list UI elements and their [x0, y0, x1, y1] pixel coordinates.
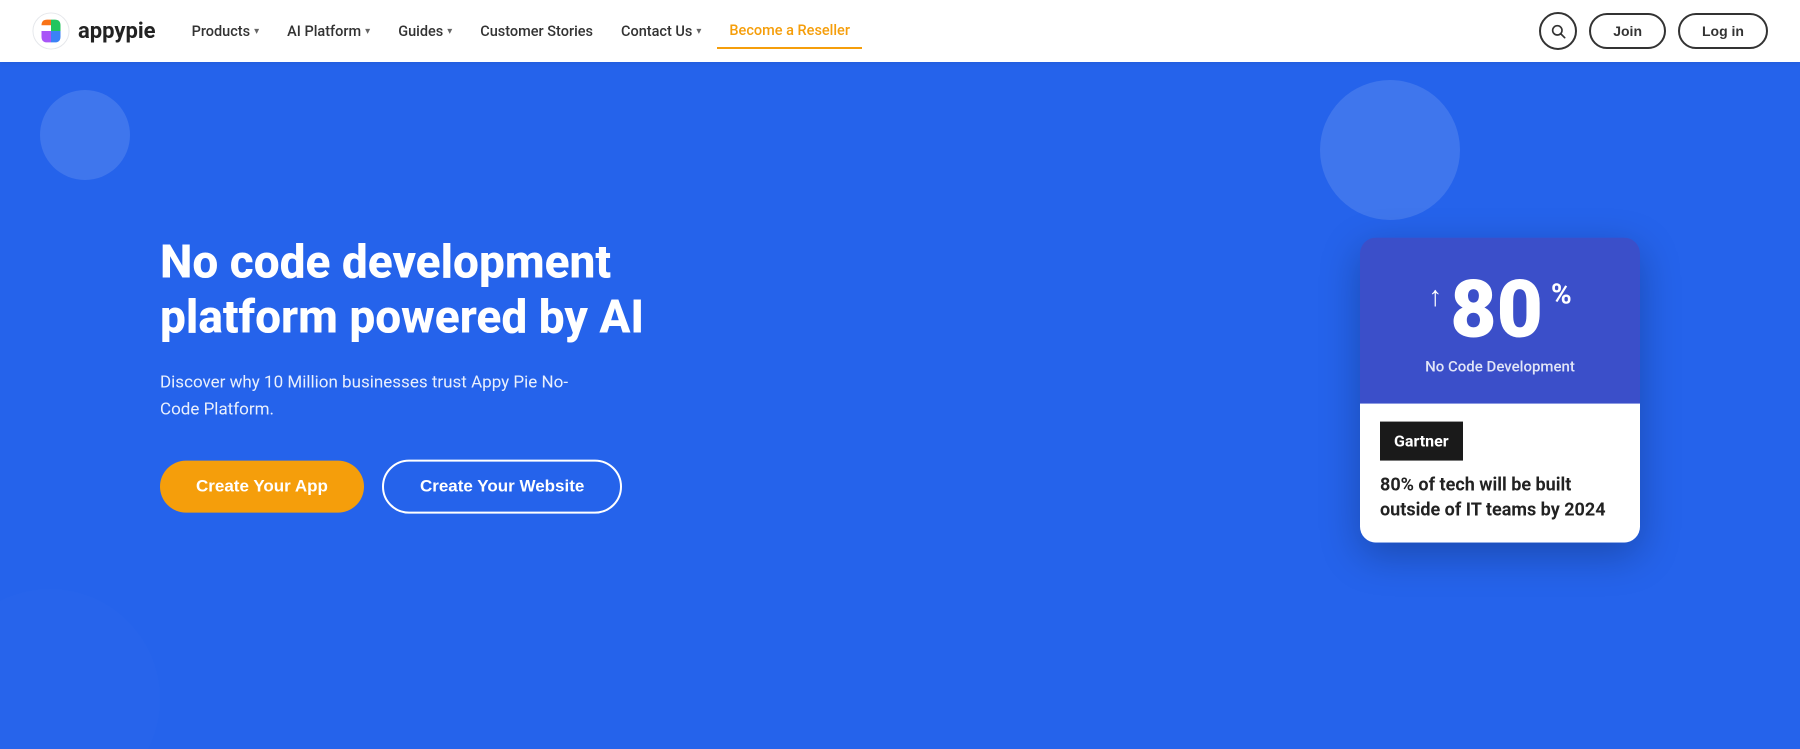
- logo-text: appypie: [78, 19, 156, 44]
- nav-item-contact-us[interactable]: Contact Us ▾: [609, 15, 713, 48]
- stat-arrow-icon: ↑: [1428, 279, 1442, 312]
- stat-card-bottom: Gartner 80% of tech will be built outsid…: [1360, 403, 1640, 542]
- nav-links: Products ▾ AI Platform ▾ Guides ▾ Custom…: [180, 14, 1540, 49]
- gartner-badge: Gartner: [1380, 421, 1463, 460]
- search-button[interactable]: [1539, 12, 1577, 50]
- stat-number-row: ↑ 80 %: [1428, 269, 1571, 349]
- nav-item-customer-stories[interactable]: Customer Stories: [468, 15, 605, 48]
- stat-card-top: ↑ 80 % No Code Development: [1360, 237, 1640, 403]
- stat-card: ↑ 80 % No Code Development Gartner 80% o…: [1360, 237, 1640, 542]
- hero-content: No code development platform powered by …: [160, 235, 740, 514]
- hero-section: No code development platform powered by …: [0, 0, 1800, 749]
- nav-right: Join Log in: [1539, 12, 1768, 50]
- hero-subtitle: Discover why 10 Million businesses trust…: [160, 370, 580, 424]
- stat-card-bottom-text: 80% of tech will be built outside of IT …: [1380, 472, 1620, 522]
- create-app-button[interactable]: Create Your App: [160, 461, 364, 513]
- contact-us-chevron-icon: ▾: [696, 26, 701, 37]
- join-button[interactable]: Join: [1589, 13, 1666, 49]
- hero-buttons: Create Your App Create Your Website: [160, 460, 740, 514]
- nav-item-become-reseller[interactable]: Become a Reseller: [717, 14, 862, 49]
- login-button[interactable]: Log in: [1678, 13, 1768, 49]
- products-chevron-icon: ▾: [254, 26, 259, 37]
- stat-percent: %: [1551, 277, 1572, 310]
- deco-circle-2: [1320, 80, 1460, 220]
- logo-icon: [32, 12, 70, 50]
- hero-title: No code development platform powered by …: [160, 235, 740, 345]
- stat-label: No Code Development: [1425, 357, 1575, 375]
- deco-circle-3: [0, 589, 160, 749]
- navbar: appypie Products ▾ AI Platform ▾ Guides …: [0, 0, 1800, 62]
- stat-number: 80: [1450, 269, 1543, 349]
- deco-circle-1: [40, 90, 130, 180]
- nav-item-guides[interactable]: Guides ▾: [386, 15, 464, 48]
- nav-item-products[interactable]: Products ▾: [180, 15, 272, 48]
- nav-item-ai-platform[interactable]: AI Platform ▾: [275, 15, 382, 48]
- guides-chevron-icon: ▾: [447, 26, 452, 37]
- create-website-button[interactable]: Create Your Website: [382, 460, 622, 514]
- search-icon: [1550, 23, 1566, 39]
- ai-platform-chevron-icon: ▾: [365, 26, 370, 37]
- logo[interactable]: appypie: [32, 12, 156, 50]
